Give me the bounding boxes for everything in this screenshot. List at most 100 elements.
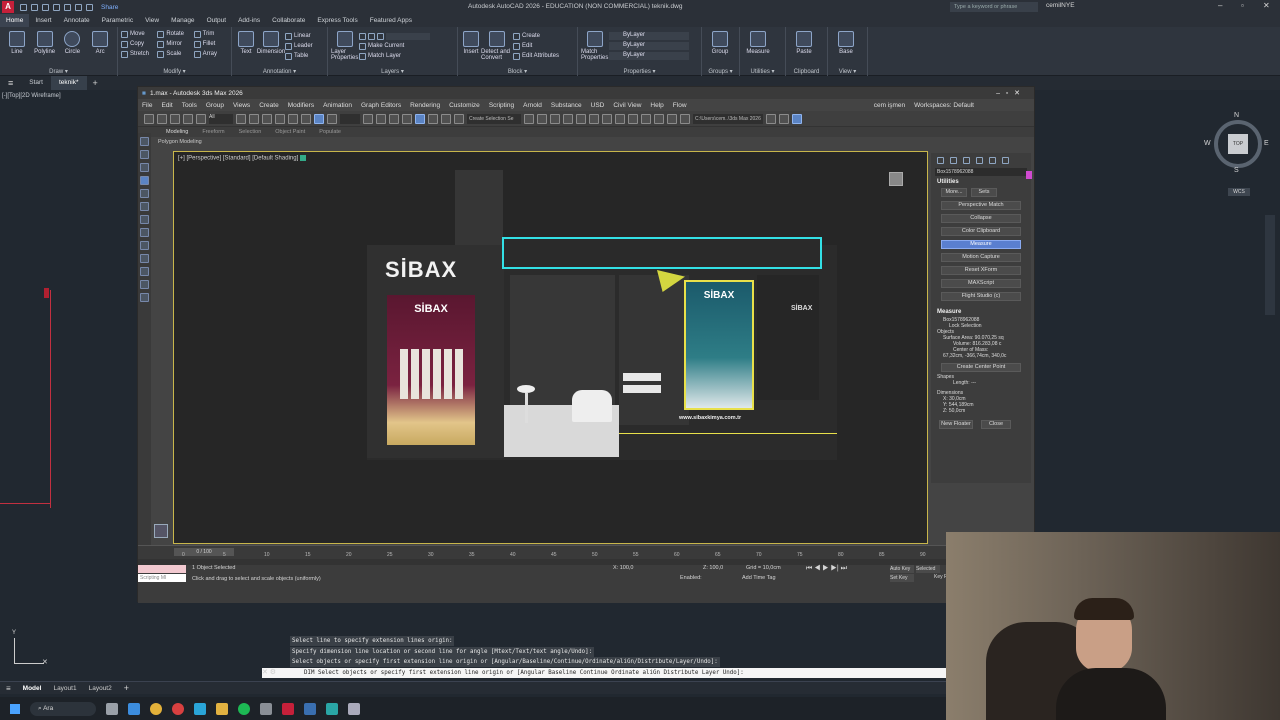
measure-button[interactable]: Measure xyxy=(743,31,773,55)
menu-graph-editors[interactable]: Graph Editors xyxy=(361,102,401,109)
detect-convert-button[interactable]: Detect and Convert xyxy=(481,31,513,61)
helper-icon[interactable] xyxy=(140,267,149,276)
redo-icon[interactable] xyxy=(86,3,93,11)
menu-civil-view[interactable]: Civil View xyxy=(613,102,641,109)
color-clipboard-button[interactable]: Color Clipboard xyxy=(941,227,1021,236)
hierarchy-icon[interactable] xyxy=(140,163,149,172)
rotate-button[interactable]: Rotate xyxy=(157,29,191,39)
create-tab-icon[interactable] xyxy=(937,157,944,164)
tab-output[interactable]: Output xyxy=(201,14,233,27)
keyboard-shortcut-icon[interactable] xyxy=(389,113,399,124)
explorer-icon[interactable] xyxy=(216,702,228,715)
open-icon[interactable] xyxy=(31,3,38,11)
unlink-icon[interactable] xyxy=(183,113,193,124)
object-color-swatch[interactable] xyxy=(1026,171,1032,179)
viewcube-top[interactable]: TOP xyxy=(1228,134,1248,154)
render-production-icon[interactable] xyxy=(641,113,651,124)
annotation-panel-label[interactable]: Annotation ▾ xyxy=(232,68,327,75)
edit-block-button[interactable]: Edit xyxy=(513,41,559,51)
collapse-button[interactable]: Collapse xyxy=(941,214,1021,223)
auto-key-button[interactable]: Auto Key xyxy=(890,565,914,573)
schematic-view-icon[interactable] xyxy=(589,113,599,124)
user-label[interactable]: cemilNYE xyxy=(1046,2,1075,9)
curve-editor-icon[interactable] xyxy=(576,113,586,124)
menu-customize[interactable]: Customize xyxy=(449,102,480,109)
menu-substance[interactable]: Substance xyxy=(551,102,582,109)
polyline-button[interactable]: Polyline xyxy=(31,31,59,55)
notepad-icon[interactable] xyxy=(348,702,360,715)
paste-button[interactable]: Paste xyxy=(789,31,819,55)
groups-panel-label[interactable]: Groups ▾ xyxy=(702,68,739,75)
layout-tab-layout1[interactable]: Layout1 xyxy=(47,682,82,695)
select-manipulate-icon[interactable] xyxy=(376,113,386,124)
edge-icon[interactable] xyxy=(128,702,140,715)
create-center-point-button[interactable]: Create Center Point xyxy=(941,363,1021,372)
layout-tab-layout2[interactable]: Layout2 xyxy=(83,682,118,695)
file-tab-start[interactable]: Start xyxy=(21,76,51,90)
select-by-name-icon[interactable] xyxy=(249,113,259,124)
menu-edit[interactable]: Edit xyxy=(161,102,172,109)
draw-panel-label[interactable]: Draw ▾ xyxy=(0,68,117,75)
measure-rollout-label[interactable]: Measure xyxy=(931,301,1031,317)
place-icon[interactable] xyxy=(327,113,337,124)
compass-north[interactable]: N xyxy=(1234,112,1239,119)
menu-group[interactable]: Group xyxy=(206,102,224,109)
layer-properties-button[interactable]: Layer Properties xyxy=(331,31,359,61)
linetype-dropdown[interactable]: ByLayer xyxy=(609,41,689,51)
maxscript-listener[interactable] xyxy=(138,565,186,573)
add-time-tag[interactable]: Add Time Tag xyxy=(742,575,776,581)
booth-display-panel[interactable]: SİBAX xyxy=(684,280,754,410)
spinner-snap-icon[interactable] xyxy=(441,113,451,124)
trim-button[interactable]: Trim xyxy=(193,29,228,39)
menu-views[interactable]: Views xyxy=(233,102,250,109)
linear-button[interactable]: Linear xyxy=(285,31,313,41)
viewcube-icon[interactable] xyxy=(889,172,903,186)
toggle-ribbon-icon[interactable] xyxy=(563,113,573,124)
autocad-taskbar-icon[interactable] xyxy=(282,702,294,715)
select-icon[interactable] xyxy=(236,113,246,124)
base-button[interactable]: Base xyxy=(831,31,861,55)
menu-arnold[interactable]: Arnold xyxy=(523,102,542,109)
move-icon[interactable] xyxy=(288,113,298,124)
rendered-frame-icon[interactable] xyxy=(628,113,638,124)
3dsmax-taskbar-icon[interactable] xyxy=(326,702,338,715)
perspective-viewport[interactable]: [+] [Perspective] [Standard] [Default Sh… xyxy=(154,151,928,544)
max-window-controls[interactable]: – ▫ ✕ xyxy=(996,89,1020,97)
undo-icon[interactable] xyxy=(75,3,82,11)
max-tab-selection[interactable]: Selection xyxy=(239,129,262,135)
render-setup-icon[interactable] xyxy=(615,113,625,124)
percent-snap-icon[interactable] xyxy=(428,113,438,124)
new-floater-button[interactable]: New Floater xyxy=(939,420,973,429)
command-close-icon[interactable]: ✕ ⚙ xyxy=(262,668,276,676)
acad-logo-icon[interactable]: A xyxy=(2,1,14,13)
make-current-button[interactable]: Make Current xyxy=(359,41,430,51)
tab-parametric[interactable]: Parametric xyxy=(96,14,139,27)
display-icon[interactable] xyxy=(140,189,149,198)
create-block-button[interactable]: Create xyxy=(513,31,559,41)
rotate-icon[interactable] xyxy=(301,113,311,124)
add-layout-icon[interactable]: + xyxy=(118,683,135,693)
windows-start-icon[interactable] xyxy=(10,703,20,714)
leader-button[interactable]: Leader xyxy=(285,41,313,51)
layers-panel-label[interactable]: Layers ▾ xyxy=(328,68,457,75)
edit-attributes-button[interactable]: Edit Attributes xyxy=(513,51,559,61)
new-icon[interactable] xyxy=(20,3,27,11)
minimize-button[interactable]: – xyxy=(1218,1,1222,10)
systems-icon[interactable] xyxy=(140,293,149,302)
modify-tab-icon[interactable] xyxy=(950,157,957,164)
align-icon[interactable] xyxy=(537,113,547,124)
refcoord-dropdown[interactable] xyxy=(340,113,360,124)
copy-button[interactable]: Copy xyxy=(121,39,155,49)
stretch-button[interactable]: Stretch xyxy=(121,49,155,59)
filter-dropdown[interactable]: All xyxy=(209,113,233,124)
light-icon[interactable] xyxy=(140,241,149,250)
redo-icon[interactable] xyxy=(157,113,167,124)
render-cloud-icon[interactable] xyxy=(667,113,677,124)
link-icon[interactable] xyxy=(170,113,180,124)
enabled-toggle[interactable]: Enabled: xyxy=(680,575,702,581)
tab-manage[interactable]: Manage xyxy=(165,14,201,27)
menu-scripting[interactable]: Scripting xyxy=(489,102,514,109)
print-icon[interactable] xyxy=(64,3,71,11)
fillet-button[interactable]: Fillet xyxy=(193,39,228,49)
tab-view[interactable]: View xyxy=(139,14,165,27)
